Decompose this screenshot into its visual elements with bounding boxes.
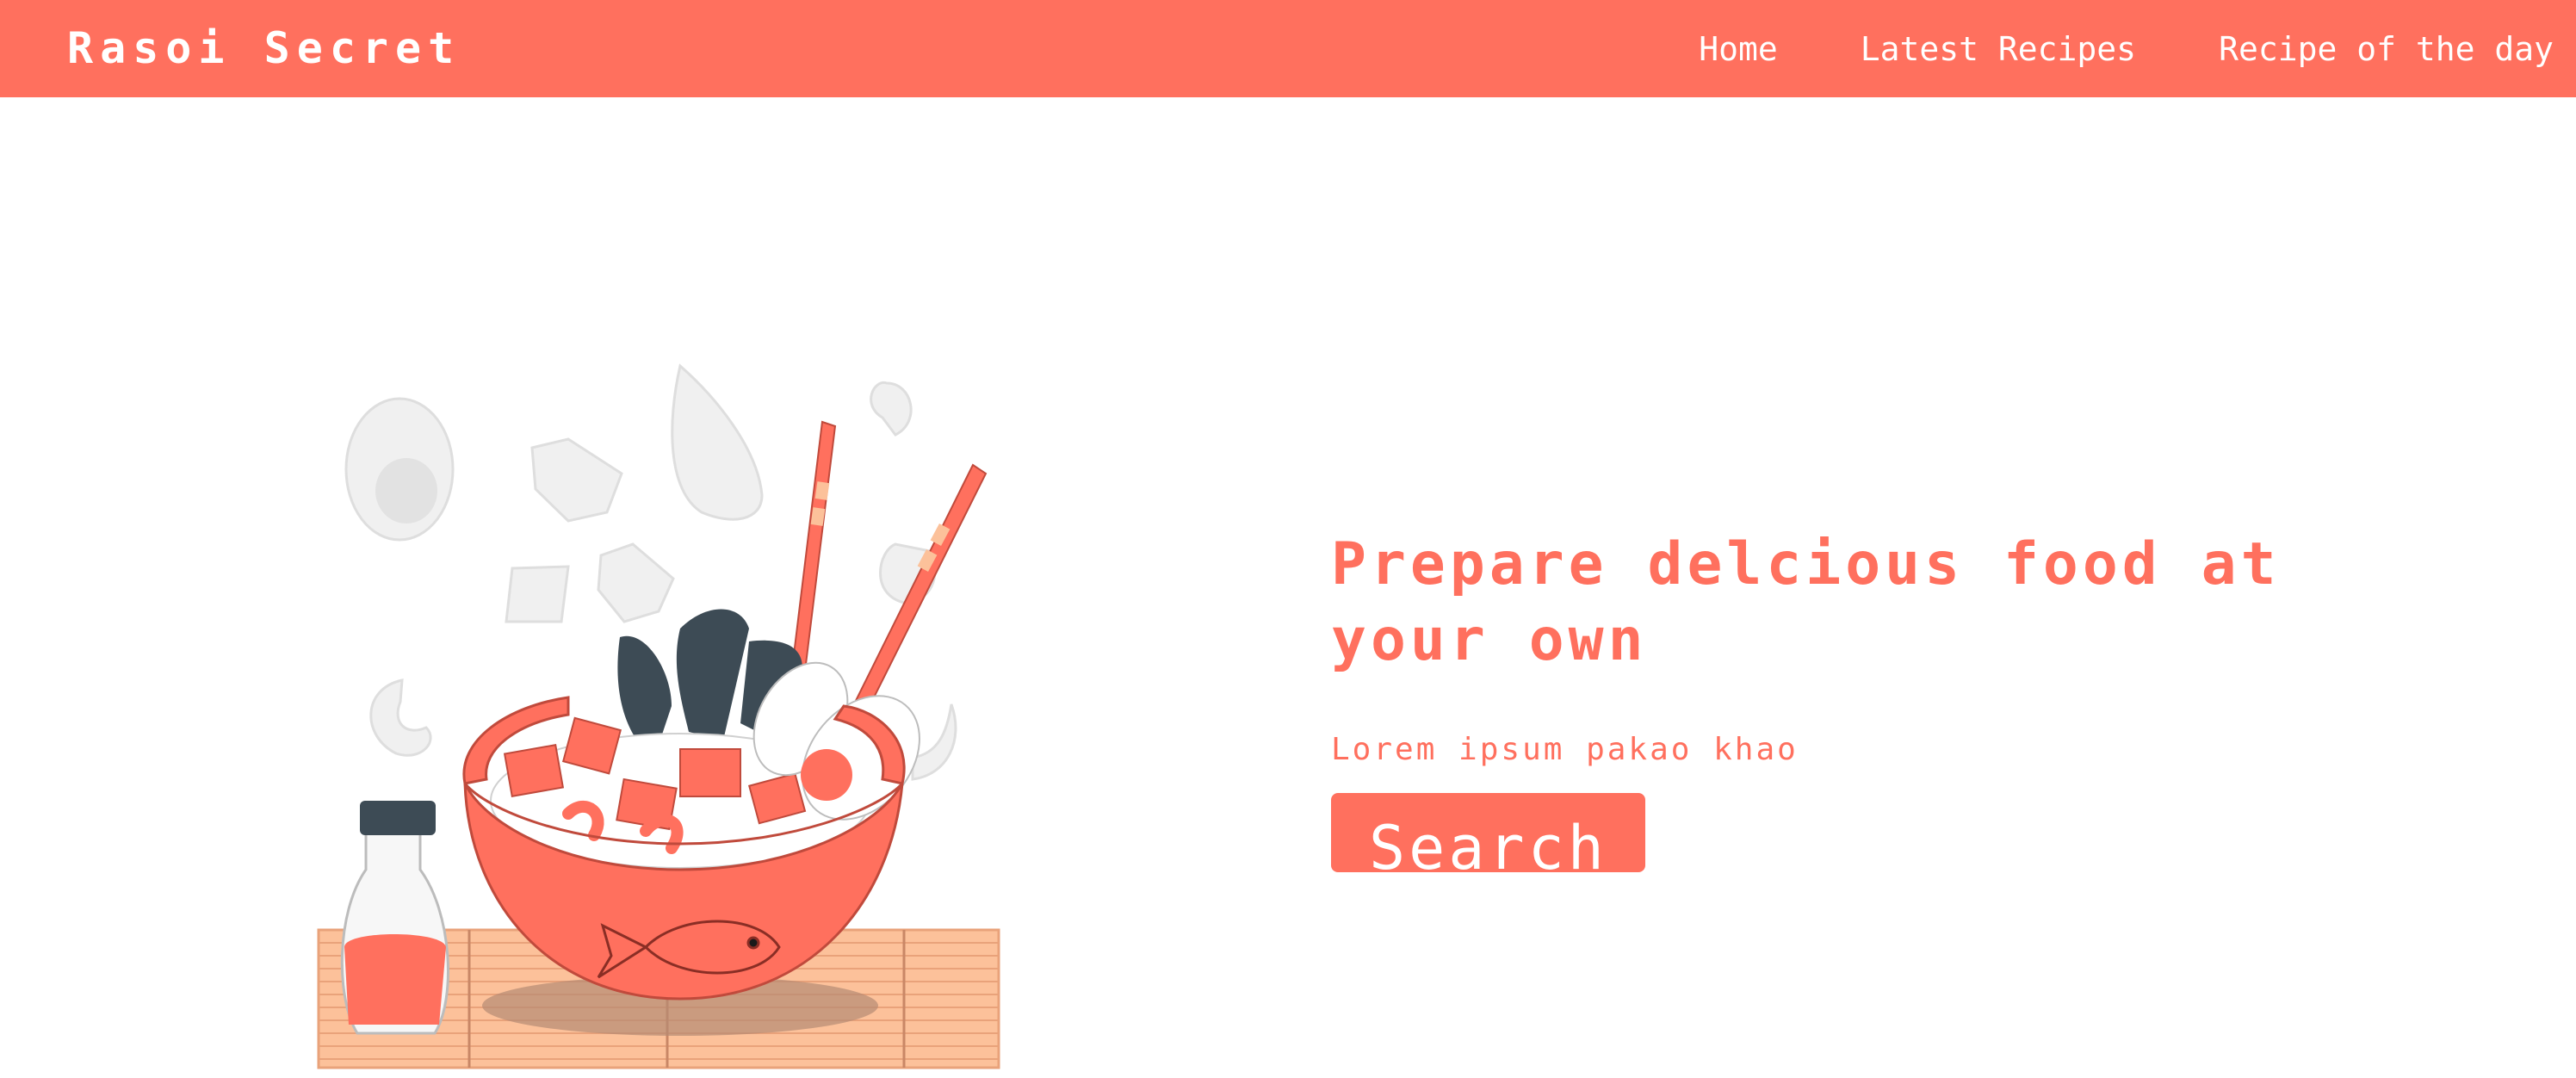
tofu-cube-ghost-3 bbox=[505, 565, 570, 623]
hero-section: Prepare delcious food at your own Lorem … bbox=[1331, 527, 2364, 883]
tofu-cube-ghost-1 bbox=[530, 437, 623, 523]
brand-logo[interactable]: Rasoi Secret bbox=[67, 0, 461, 97]
search-button[interactable]: Search bbox=[1331, 793, 1645, 883]
nav-link-recipe-of-the-day[interactable]: Recipe of the day bbox=[2219, 30, 2554, 68]
nav-link-latest-recipes[interactable]: Latest Recipes bbox=[1861, 30, 2136, 68]
nav-links: Home Latest Recipes Recipe of the day bbox=[1699, 0, 2554, 97]
hero-title: Prepare delcious food at your own bbox=[1331, 530, 2281, 674]
nav-link-home[interactable]: Home bbox=[1699, 30, 1778, 68]
egg-yolk-ghost bbox=[375, 458, 437, 524]
food-bowl-illustration bbox=[317, 363, 1000, 1069]
shrimp-ghost-2 bbox=[870, 381, 913, 437]
hero-subtitle: Lorem ipsum pakao khao bbox=[1331, 732, 1799, 767]
shrimp-ghost-1 bbox=[369, 678, 432, 757]
soy-sauce-bottle bbox=[340, 801, 449, 1035]
avocado-ghost bbox=[671, 363, 764, 521]
top-navbar: Rasoi Secret Home Latest Recipes Recipe … bbox=[0, 0, 2576, 97]
tofu-cube-ghost-2 bbox=[597, 542, 675, 623]
